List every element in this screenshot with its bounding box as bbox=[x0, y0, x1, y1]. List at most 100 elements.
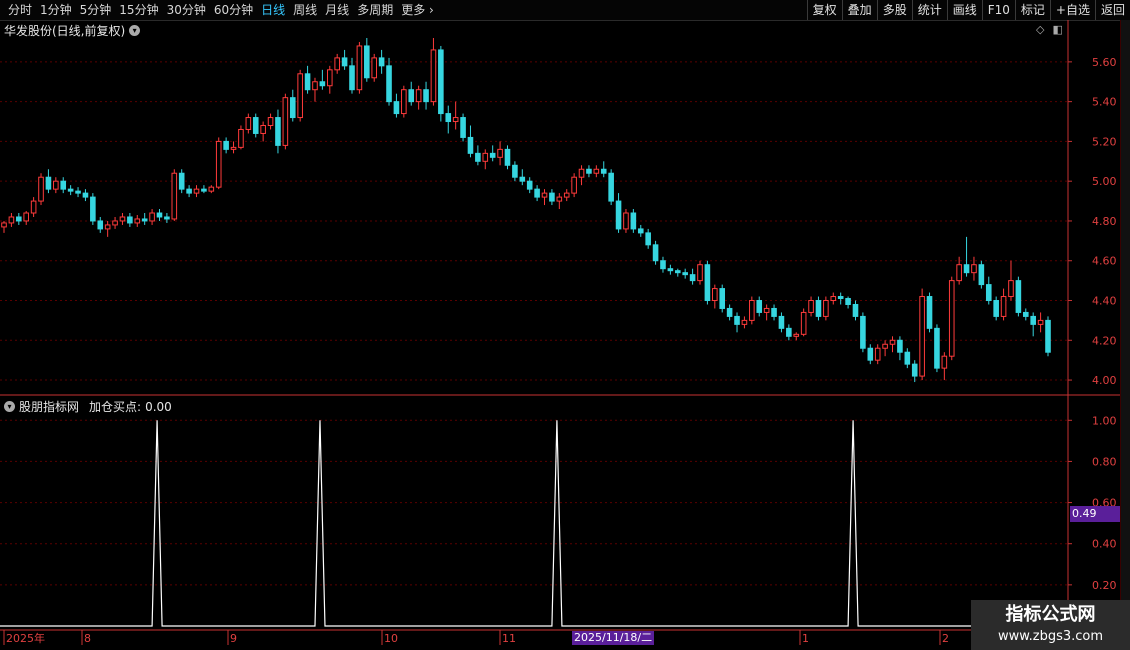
candle-body bbox=[423, 89, 429, 103]
candle-body bbox=[201, 188, 207, 192]
candle-body bbox=[897, 339, 903, 353]
candle-body bbox=[978, 264, 985, 286]
candle-body bbox=[697, 264, 703, 282]
candle-body bbox=[364, 45, 370, 79]
candle-body bbox=[134, 218, 141, 224]
candle-body bbox=[371, 57, 378, 79]
candle-body bbox=[815, 300, 822, 317]
candle-body bbox=[289, 97, 296, 119]
candle-body bbox=[608, 172, 614, 202]
candle-body bbox=[127, 216, 133, 224]
candle-body bbox=[16, 216, 22, 222]
candle-body bbox=[519, 176, 526, 182]
candle-body bbox=[830, 296, 837, 302]
candle-body bbox=[356, 45, 363, 91]
candle-body bbox=[267, 117, 274, 127]
candle-body bbox=[452, 117, 459, 123]
candle-body bbox=[800, 311, 807, 335]
price-tick-label: 5.00 bbox=[1092, 175, 1117, 188]
time-tick-label: 11 bbox=[502, 632, 516, 645]
candle-body bbox=[719, 288, 726, 309]
candle-body bbox=[401, 89, 407, 115]
candle-body bbox=[30, 200, 37, 214]
candle-body bbox=[963, 264, 970, 274]
candle-body bbox=[637, 228, 644, 234]
candle-body bbox=[652, 244, 659, 262]
candle-body bbox=[319, 81, 326, 87]
candle-body bbox=[726, 307, 733, 317]
candle-body bbox=[630, 212, 637, 230]
time-tick-label: 2 bbox=[942, 632, 949, 645]
candle-body bbox=[763, 307, 770, 313]
price-tick-label: 4.60 bbox=[1092, 255, 1117, 268]
candle-body bbox=[860, 315, 866, 349]
time-tick-label: 9 bbox=[230, 632, 237, 645]
candle-body bbox=[119, 216, 126, 222]
watermark-title: 指标公式网 bbox=[1005, 604, 1096, 625]
indicator-tick-label: 0.40 bbox=[1092, 538, 1117, 551]
candle-body bbox=[926, 296, 933, 329]
candle-body bbox=[378, 57, 385, 67]
candle-body bbox=[534, 188, 540, 198]
kline-chart-canvas[interactable]: 5.60 5.40 5.20 5.00 4.80 4.60 4.40 4.20 4.00 1.00… bbox=[0, 0, 1130, 650]
candle-body bbox=[971, 264, 977, 274]
candle-body bbox=[1030, 315, 1036, 325]
candle-body bbox=[467, 136, 474, 154]
candle-body bbox=[245, 117, 252, 130]
candle-body bbox=[141, 218, 148, 222]
candle-body bbox=[778, 315, 785, 329]
candle-body bbox=[386, 65, 392, 103]
candle-body bbox=[904, 351, 911, 365]
candle-body bbox=[504, 148, 511, 166]
candle-body bbox=[615, 200, 622, 230]
candle-body bbox=[541, 192, 548, 198]
time-tick-label: 1 bbox=[802, 632, 809, 645]
candle-body bbox=[845, 298, 851, 305]
candle-body bbox=[97, 220, 104, 230]
candle-body bbox=[282, 97, 289, 146]
candle-body bbox=[993, 300, 999, 317]
candle-body bbox=[156, 212, 163, 218]
candle-body bbox=[475, 152, 481, 162]
candle-body bbox=[460, 117, 466, 138]
price-tick-label: 5.20 bbox=[1092, 135, 1117, 148]
price-tick-label: 4.00 bbox=[1092, 374, 1117, 387]
candle-body bbox=[667, 268, 674, 272]
candle-body bbox=[571, 176, 577, 194]
candle-body bbox=[53, 180, 59, 190]
candle-body bbox=[712, 288, 718, 302]
time-tick-label: 8 bbox=[84, 632, 91, 645]
candle-body bbox=[45, 176, 52, 190]
candle-body bbox=[704, 264, 711, 302]
candle-body bbox=[689, 274, 696, 282]
watermark-url: www.zbgs3.com bbox=[997, 629, 1104, 644]
cursor-value-badge: 0.49 bbox=[1070, 506, 1120, 522]
candle-body bbox=[808, 300, 814, 313]
candle-body bbox=[297, 73, 303, 119]
candle-body bbox=[852, 303, 859, 317]
candle-body bbox=[393, 101, 400, 115]
candle-body bbox=[38, 176, 44, 202]
candle-body bbox=[526, 180, 533, 190]
candle-body bbox=[304, 73, 311, 91]
candle-body bbox=[741, 319, 748, 325]
candle-body bbox=[1037, 319, 1044, 325]
candle-body bbox=[497, 148, 503, 158]
candle-body bbox=[67, 188, 74, 192]
candle-body bbox=[578, 168, 585, 178]
candle-body bbox=[171, 172, 178, 220]
candle-body bbox=[756, 300, 763, 313]
candle-body bbox=[563, 192, 570, 198]
candle-body bbox=[645, 232, 651, 246]
candle-body bbox=[186, 188, 192, 194]
candle-body bbox=[82, 192, 89, 198]
candle-body bbox=[889, 339, 896, 345]
candle-body bbox=[8, 216, 15, 224]
candle-body bbox=[749, 300, 755, 321]
candle-body bbox=[252, 117, 259, 134]
indicator-tick-label: 0.80 bbox=[1092, 455, 1117, 468]
candle-body bbox=[104, 224, 111, 230]
candle-body bbox=[660, 260, 666, 270]
candle-body bbox=[1015, 280, 1022, 313]
indicator-line bbox=[0, 420, 1068, 627]
